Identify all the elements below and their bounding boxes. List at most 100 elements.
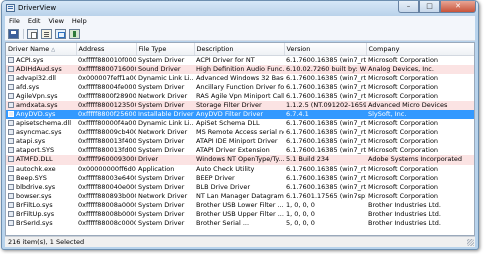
driver-name: Beep.SYS bbox=[16, 173, 47, 182]
menu-view[interactable]: View bbox=[44, 16, 67, 27]
table-cell: 0xfffff880040e000 bbox=[78, 182, 136, 191]
table-cell: System Driver bbox=[138, 146, 185, 155]
table-cell: 6.1.7601.17565 (win7sp1_... bbox=[286, 191, 366, 200]
table-cell: 6.1.7600.16385 (win7_rtm.... bbox=[286, 119, 366, 128]
driver-name: ACPI.sys bbox=[16, 55, 44, 64]
table-cell: System Driver bbox=[138, 137, 185, 146]
table-row[interactable]: ataport.SYS 0xfffff880013fd000 System Driv… bbox=[6, 146, 474, 155]
table-row[interactable]: BrFiltUp.sys 0xfffff88008b0000 System Driv… bbox=[6, 210, 474, 219]
table-cell: BEEP Driver bbox=[196, 173, 235, 182]
table-cell: Brother Serial ... bbox=[196, 219, 250, 228]
table-cell: 6.1.7600.16385 (win7_rtm.... bbox=[286, 137, 366, 146]
table-cell: 0xfffff88004fe0000 bbox=[78, 82, 136, 91]
column-header-file-type[interactable]: File Type bbox=[136, 43, 195, 56]
table-cell: 6.1.7600.16385 (win7_rtm.... bbox=[286, 82, 366, 91]
menu-edit[interactable]: Edit bbox=[24, 16, 45, 27]
driver-file-icon bbox=[8, 129, 14, 136]
table-cell: Installable Driver bbox=[136, 109, 194, 120]
title-bar[interactable]: DriverView – □ ✕ bbox=[2, 1, 478, 16]
minimize-button[interactable]: – bbox=[398, 1, 419, 13]
menu-help[interactable]: Help bbox=[68, 16, 91, 27]
about-icon[interactable] bbox=[69, 28, 80, 39]
column-header-address[interactable]: Address bbox=[76, 43, 137, 56]
table-cell: ATMFD.DLL bbox=[6, 155, 76, 165]
table-cell: 6.1.7600.16385 (win7_rtm.... bbox=[286, 182, 366, 191]
table-row[interactable]: amdxata.sys 0xfffff88001235000System Driv… bbox=[6, 100, 474, 110]
driver-name: advapi32.dll bbox=[16, 73, 56, 82]
driver-file-icon bbox=[8, 138, 14, 145]
menu-file[interactable]: File bbox=[5, 16, 24, 27]
table-row[interactable]: ATMFD.DLL 0xfffff96000930000DriverWindows… bbox=[6, 155, 474, 165]
table-row[interactable]: AgileVpn.sys 0xfffff8800f289000 Network Dr… bbox=[6, 91, 474, 101]
driver-name: AnyDVD.sys bbox=[16, 110, 56, 119]
driver-file-icon bbox=[8, 101, 14, 108]
table-cell: Microsoft Corporation bbox=[368, 73, 439, 82]
table-cell: ATAPI IDE Miniport Driver bbox=[196, 137, 278, 146]
table-cell: 0xfffff8800f289000 bbox=[78, 91, 136, 100]
table-row[interactable]: atapi.sys 0xfffff880013f4000 System Driver… bbox=[6, 137, 474, 146]
table-cell: Microsoft Corporation bbox=[368, 146, 439, 155]
table-cell: Network Driver bbox=[138, 91, 188, 100]
table-row[interactable]: ACPI.sys 0xfffff880010f000 System Driver AC… bbox=[6, 55, 474, 65]
table-row[interactable]: asyncmac.sys 0xfffff88009cb4000 Network Dr… bbox=[6, 128, 474, 137]
driver-name: blbdrive.sys bbox=[16, 182, 56, 191]
table-row[interactable]: ADIHdAud.sys 0xfffff88007160000Sound Driv… bbox=[6, 64, 474, 74]
table-cell: 0xfffff880013f4000 bbox=[78, 137, 136, 146]
table-cell: Brother USB Upper Filter ... bbox=[196, 210, 284, 219]
table-cell: Microsoft Corporation bbox=[368, 164, 439, 173]
table-cell: Microsoft Corporation bbox=[368, 82, 439, 91]
table-row[interactable]: bowser.sys 0xfffff880893b000 Network Drive… bbox=[6, 191, 474, 201]
driver-name: ataport.SYS bbox=[16, 146, 55, 155]
html-report-icon[interactable] bbox=[55, 28, 66, 39]
table-cell: Adobe Systems Incorporated bbox=[366, 155, 474, 165]
table-cell: Microsoft Corporation bbox=[368, 91, 439, 100]
table-cell: ApiSet Schema DLL bbox=[196, 119, 260, 128]
driver-file-icon bbox=[8, 65, 14, 72]
copy-icon[interactable] bbox=[27, 28, 38, 39]
table-cell: blbdrive.sys bbox=[6, 183, 76, 192]
resize-grip-icon[interactable] bbox=[467, 239, 474, 246]
driver-list[interactable]: Driver Name △ Address File Type Descripti… bbox=[5, 42, 475, 236]
table-cell: 6.1.7600.16385 (win7_rtm.... bbox=[286, 128, 366, 137]
driver-file-icon bbox=[8, 147, 14, 154]
column-header-description[interactable]: Description bbox=[194, 43, 285, 56]
driver-file-icon bbox=[8, 56, 14, 63]
table-cell: Microsoft Corporation bbox=[368, 182, 439, 191]
table-cell: atapi.sys bbox=[6, 137, 76, 146]
properties-icon[interactable] bbox=[41, 28, 52, 39]
table-row[interactable]: autochk.exe 0x00000000ff6d0000Application… bbox=[6, 164, 474, 174]
column-header-driver-name[interactable]: Driver Name △ bbox=[6, 43, 77, 56]
window-controls: – □ ✕ bbox=[398, 1, 476, 13]
table-row[interactable]: Beep.SYS 0xfffff88003e64000System Driver B… bbox=[6, 173, 474, 183]
column-header-version[interactable]: Version bbox=[284, 43, 367, 56]
table-cell: 0x00000000ff6d0000 bbox=[78, 164, 136, 173]
table-cell: BLB Drive Driver bbox=[196, 182, 251, 191]
table-cell: System Driver bbox=[138, 55, 185, 64]
table-row[interactable]: BrFiltLo.sys 0xfffff88008a0000 System Driv… bbox=[6, 200, 474, 210]
table-row[interactable]: apisetschema.dll 0xfffff80000f4a00...Dyna… bbox=[6, 119, 474, 128]
table-cell: 0xfffff88007160000 bbox=[76, 64, 136, 74]
table-cell: Advanced Micro Devices bbox=[366, 100, 474, 110]
status-text: 216 item(s), 1 Selected bbox=[8, 238, 85, 246]
maximize-button[interactable]: □ bbox=[419, 1, 440, 13]
driver-name: asyncmac.sys bbox=[16, 128, 62, 137]
table-row[interactable]: afd.sys 0xfffff88004fe0000 System Driver An… bbox=[6, 82, 474, 92]
table-row[interactable]: advapi32.dll 0x000007feff1a0000Dynamic Li… bbox=[6, 73, 474, 83]
column-header-company[interactable]: Company bbox=[366, 43, 474, 56]
table-row[interactable]: BrSerId.sys 0xfffff88008c0000 System Drive… bbox=[6, 219, 474, 228]
driver-name: atapi.sys bbox=[16, 137, 46, 146]
table-cell: 6.1.7600.16385 (win7_rtm.... bbox=[286, 55, 366, 64]
status-bar: 216 item(s), 1 Selected bbox=[5, 236, 475, 247]
table-row[interactable]: AnyDVD.sys 0xfffff8800f256000 Installable … bbox=[6, 109, 474, 120]
save-icon[interactable] bbox=[8, 28, 19, 39]
table-cell: Beep.SYS bbox=[6, 174, 76, 183]
table-cell: ATAPI Driver Extension bbox=[196, 146, 270, 155]
table-cell: ADIHdAud.sys bbox=[6, 64, 76, 74]
close-button[interactable]: ✕ bbox=[440, 1, 476, 13]
table-cell: Brother Industries Ltd. bbox=[368, 200, 441, 209]
table-cell: ataport.SYS bbox=[6, 146, 76, 155]
table-row[interactable]: blbdrive.sys 0xfffff880040e000 System Driv… bbox=[6, 182, 474, 192]
table-cell: 0xfffff880010f000 bbox=[78, 55, 136, 64]
table-cell: 0xfffff88008a0000 bbox=[78, 200, 136, 209]
table-cell: NT Lan Manager Datagram ... bbox=[196, 191, 284, 200]
